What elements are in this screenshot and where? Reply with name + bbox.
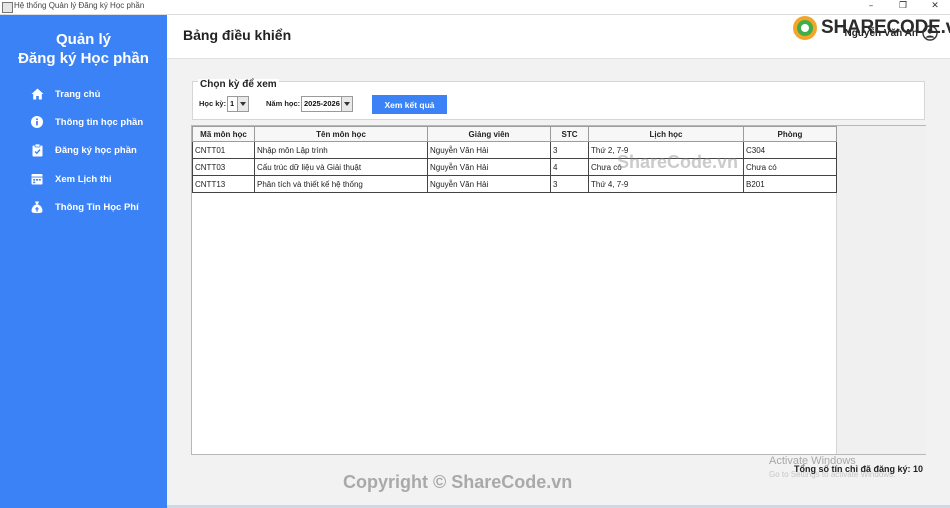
restore-icon[interactable]: ❐ — [888, 0, 918, 14]
watermark-center: ShareCode.vn — [617, 152, 739, 172]
sidebar-item-home[interactable]: Trang chủ — [30, 85, 100, 103]
registered-courses-table: Mã môn học Tên môn học Giảng viên STC Lị… — [192, 126, 837, 193]
table-header-row: Mã môn học Tên môn học Giảng viên STC Lị… — [192, 126, 837, 142]
sidebar-item-course-info[interactable]: Thông tin học phần — [30, 113, 143, 131]
cell-lecturer: Nguyễn Văn Hải — [427, 175, 551, 193]
cell-room: Chưa có — [743, 158, 837, 176]
cell-room: C304 — [743, 141, 837, 159]
year-label: Năm học: — [266, 99, 301, 108]
column-header-schedule[interactable]: Lịch học — [588, 126, 744, 142]
table-row[interactable]: CNTT03 Cấu trúc dữ liệu và Giải thuật Ng… — [192, 158, 837, 176]
sidebar-item-tuition[interactable]: Thông Tin Học Phí — [30, 198, 139, 216]
cell-code: CNTT03 — [192, 158, 255, 176]
cell-name: Cấu trúc dữ liệu và Giải thuật — [254, 158, 428, 176]
close-icon[interactable]: ✕ — [920, 0, 950, 14]
cell-lecturer: Nguyễn Văn Hải — [427, 158, 551, 176]
cell-room: B201 — [743, 175, 837, 193]
cell-name: Phân tích và thiết kế hệ thống — [254, 175, 428, 193]
year-value: 2025-2026 — [304, 99, 340, 108]
sidebar-item-label: Đăng ký học phần — [55, 144, 137, 156]
cell-credits: 4 — [550, 158, 589, 176]
cell-credits: 3 — [550, 175, 589, 193]
cell-name: Nhập môn Lập trình — [254, 141, 428, 159]
cell-lecturer: Nguyễn Văn Hải — [427, 141, 551, 159]
sidebar-item-label: Xem Lịch thi — [55, 173, 112, 185]
brand-line-2: Đăng ký Học phần — [18, 50, 149, 67]
home-icon — [30, 87, 44, 101]
sidebar-item-register[interactable]: Đăng ký học phần — [30, 141, 137, 159]
cell-schedule: Thứ 4, 7-9 — [588, 175, 744, 193]
app-icon — [2, 2, 13, 13]
column-header-lecturer[interactable]: Giảng viên — [427, 126, 551, 142]
brand-line-1: Quản lý — [55, 31, 111, 48]
table-row[interactable]: CNTT01 Nhập môn Lập trình Nguyễn Văn Hải… — [192, 141, 837, 159]
sharecode-logo-text: SHARECODE.vn — [821, 17, 950, 38]
filter-title: Chọn kỳ để xem — [198, 79, 279, 90]
sidebar-item-label: Thông Tin Học Phí — [55, 201, 139, 213]
column-header-credits[interactable]: STC — [550, 126, 589, 142]
money-bag-icon — [30, 200, 44, 214]
cell-code: CNTT01 — [192, 141, 255, 159]
window-titlebar: Hệ thống Quản lý Đăng ký Học phần – ❐ ✕ — [0, 0, 950, 15]
column-header-room[interactable]: Phòng — [743, 126, 837, 142]
semester-label: Học kỳ: — [199, 99, 227, 108]
sidebar-brand: Quản lý Đăng ký Học phần — [0, 30, 167, 68]
table-row[interactable]: CNTT13 Phân tích và thiết kế hệ thống Ng… — [192, 175, 837, 193]
sidebar-item-label: Thông tin học phần — [55, 116, 144, 128]
chevron-down-icon — [237, 97, 248, 111]
main-content: Bảng điều khiển Nguyễn Văn An SHARECODE.… — [167, 15, 950, 508]
sidebar-item-exam-schedule[interactable]: Xem Lịch thi — [30, 170, 111, 188]
sharecode-logo-icon — [793, 16, 817, 40]
sharecode-logo: SHARECODE.vn — [792, 15, 950, 41]
info-icon — [30, 115, 44, 129]
sidebar: Quản lý Đăng ký Học phần Trang chủ Thông… — [0, 15, 167, 508]
calendar-icon — [30, 172, 44, 186]
register-icon — [30, 143, 44, 157]
semester-select[interactable]: 1 — [227, 96, 249, 112]
year-select[interactable]: 2025-2026 — [301, 96, 353, 112]
cell-credits: 3 — [550, 141, 589, 159]
window-title: Hệ thống Quản lý Đăng ký Học phần — [14, 1, 145, 10]
chevron-down-icon — [341, 97, 352, 111]
minimize-icon[interactable]: – — [856, 0, 886, 14]
sidebar-item-label: Trang chủ — [55, 88, 101, 100]
column-header-name[interactable]: Tên môn học — [254, 126, 428, 142]
total-credits-label: Tổng số tín chỉ đã đăng ký: 10 — [793, 464, 923, 474]
column-header-code[interactable]: Mã môn học — [192, 126, 255, 142]
page-title: Bảng điều khiển — [183, 27, 292, 43]
semester-filter-panel: Chọn kỳ để xem Học kỳ: 1 Năm học: 2025-2… — [192, 79, 925, 120]
view-results-button[interactable]: Xem kết quả — [372, 95, 447, 114]
watermark-copyright: Copyright © ShareCode.vn — [343, 472, 573, 492]
header: Bảng điều khiển Nguyễn Văn An SHARECODE.… — [167, 15, 950, 59]
cell-code: CNTT13 — [192, 175, 255, 193]
table-empty-area — [836, 126, 926, 454]
semester-value: 1 — [230, 99, 235, 108]
course-table-container: Mã môn học Tên môn học Giảng viên STC Lị… — [191, 125, 926, 455]
